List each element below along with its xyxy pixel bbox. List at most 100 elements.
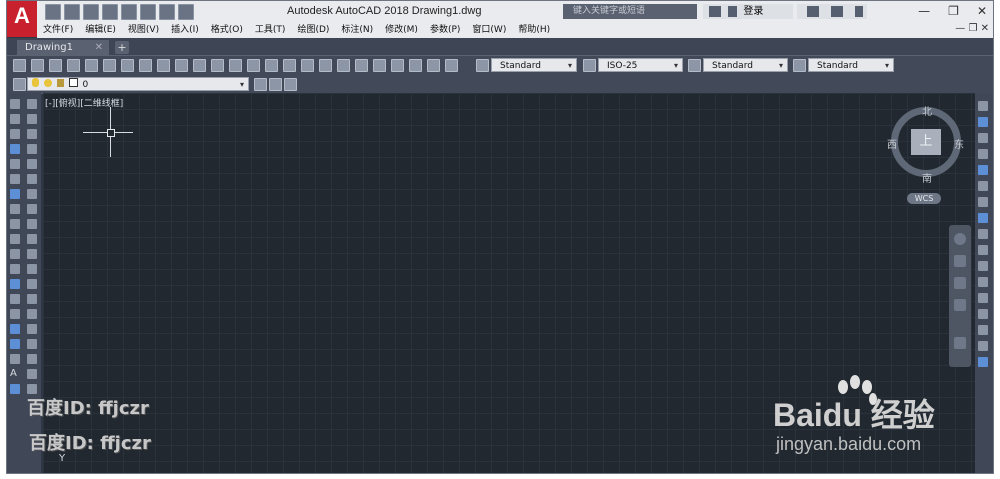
join-icon[interactable]	[978, 309, 988, 319]
binoculars-icon[interactable]	[709, 6, 721, 17]
explode-icon[interactable]	[978, 357, 988, 367]
new-tab-button[interactable]: +	[115, 41, 129, 54]
stretch-icon[interactable]	[978, 229, 988, 239]
menu-draw[interactable]: 绘图(D)	[291, 23, 335, 38]
application-menu-button[interactable]: A	[7, 1, 37, 37]
dimension-break-icon[interactable]	[27, 279, 37, 289]
print-icon[interactable]	[121, 4, 137, 20]
inspection-icon[interactable]	[27, 324, 37, 334]
layer-previous-icon[interactable]	[269, 78, 282, 91]
menu-file[interactable]: 文件(F)	[37, 23, 79, 38]
menu-edit[interactable]: 编辑(E)	[79, 23, 122, 38]
properties-icon[interactable]	[337, 59, 350, 72]
layer-dropdown[interactable]: 0 ▾	[27, 77, 249, 91]
baseline-icon[interactable]	[27, 234, 37, 244]
gradient-icon[interactable]	[10, 324, 20, 334]
center-mark-icon[interactable]	[27, 309, 37, 319]
trim-icon[interactable]	[978, 245, 988, 255]
dimension-arc-icon[interactable]	[27, 129, 37, 139]
wcs-menu[interactable]: WCS	[907, 193, 941, 204]
cut-icon[interactable]	[139, 59, 152, 72]
point-icon[interactable]	[10, 294, 20, 304]
layer-properties-icon[interactable]	[13, 78, 26, 91]
array-icon[interactable]	[978, 165, 988, 175]
close-button[interactable]: ✕	[977, 4, 987, 18]
dimension-space-icon[interactable]	[27, 264, 37, 274]
open-file-icon[interactable]	[64, 4, 80, 20]
table-style-dropdown[interactable]: Standard ▾	[703, 58, 788, 72]
dimension-linear-icon[interactable]	[27, 99, 37, 109]
hatch-icon[interactable]	[10, 309, 20, 319]
tolerance-icon[interactable]	[27, 294, 37, 304]
viewcube-top-face[interactable]: 上	[911, 129, 941, 155]
minimize-button[interactable]: —	[918, 4, 930, 18]
pan-icon[interactable]	[265, 59, 278, 72]
menu-insert[interactable]: 插入(I)	[165, 23, 205, 38]
fillet-icon[interactable]	[978, 341, 988, 351]
dimension-diameter-icon[interactable]	[27, 189, 37, 199]
quick-dimension-icon[interactable]	[27, 219, 37, 229]
menu-tools[interactable]: 工具(T)	[249, 23, 292, 38]
menu-parametric[interactable]: 参数(P)	[424, 23, 466, 38]
dimension-ordinate-icon[interactable]	[27, 144, 37, 154]
layer-state-icon[interactable]	[284, 78, 297, 91]
table-style-icon[interactable]	[688, 59, 701, 72]
break-icon[interactable]	[978, 293, 988, 303]
copy-icon[interactable]	[157, 59, 170, 72]
help-icon[interactable]	[854, 6, 863, 17]
tool-palettes-icon[interactable]	[373, 59, 386, 72]
offset-icon[interactable]	[978, 149, 988, 159]
copy-object-icon[interactable]	[978, 117, 988, 127]
dim-style-icon[interactable]	[583, 59, 596, 72]
region-icon[interactable]	[10, 339, 20, 349]
tab-close-icon[interactable]: ✕	[95, 40, 103, 55]
compass-west[interactable]: 西	[887, 136, 897, 151]
dimension-jogged-icon[interactable]	[27, 174, 37, 184]
open-icon[interactable]	[31, 59, 44, 72]
zoom-previous-icon[interactable]	[319, 59, 332, 72]
help-icon[interactable]	[445, 59, 458, 72]
showmotion-icon[interactable]	[954, 337, 966, 349]
markup-icon[interactable]	[409, 59, 422, 72]
store-area[interactable]	[797, 4, 867, 19]
network-icon[interactable]	[830, 6, 843, 17]
menu-window[interactable]: 窗口(W)	[466, 23, 512, 38]
new-file-icon[interactable]	[45, 4, 61, 20]
customize-qat-icon[interactable]	[178, 4, 194, 20]
search-input[interactable]: 键入关键字或短语	[563, 4, 697, 19]
construction-line-icon[interactable]	[10, 114, 20, 124]
dimension-update-icon[interactable]	[27, 384, 37, 394]
match-properties-icon[interactable]	[193, 59, 206, 72]
document-window-controls[interactable]: — ❐ ✕	[955, 23, 989, 34]
spline-icon[interactable]	[10, 219, 20, 229]
cart-icon[interactable]	[807, 6, 819, 17]
dimension-text-edit-icon[interactable]	[27, 369, 37, 379]
undo-icon[interactable]	[140, 4, 156, 20]
make-current-layer-icon[interactable]	[254, 78, 267, 91]
menu-view[interactable]: 视图(V)	[122, 23, 165, 38]
calculator-icon[interactable]	[427, 59, 440, 72]
dimension-angular-icon[interactable]	[27, 204, 37, 214]
design-center-icon[interactable]	[355, 59, 368, 72]
rotate-icon[interactable]	[978, 197, 988, 207]
ellipse-icon[interactable]	[10, 234, 20, 244]
save-icon[interactable]	[49, 59, 62, 72]
dim-style-dropdown[interactable]: ISO-25 ▾	[598, 58, 683, 72]
save-as-icon[interactable]	[102, 4, 118, 20]
zoom-realtime-icon[interactable]	[283, 59, 296, 72]
compass-south[interactable]: 南	[922, 170, 932, 185]
compass-east[interactable]: 东	[954, 136, 964, 151]
table-icon[interactable]	[10, 354, 20, 364]
menu-format[interactable]: 格式(O)	[205, 23, 249, 38]
continue-icon[interactable]	[27, 249, 37, 259]
sheet-set-icon[interactable]	[391, 59, 404, 72]
mleader-style-dropdown[interactable]: Standard ▾	[808, 58, 894, 72]
zoom-window-icon[interactable]	[301, 59, 314, 72]
menu-help[interactable]: 帮助(H)	[512, 23, 556, 38]
publish-icon[interactable]	[103, 59, 116, 72]
add-selected-icon[interactable]	[10, 384, 20, 394]
rectangle-icon[interactable]	[10, 159, 20, 169]
chamfer-icon[interactable]	[978, 325, 988, 335]
mirror-icon[interactable]	[978, 133, 988, 143]
erase-icon[interactable]	[978, 101, 988, 111]
